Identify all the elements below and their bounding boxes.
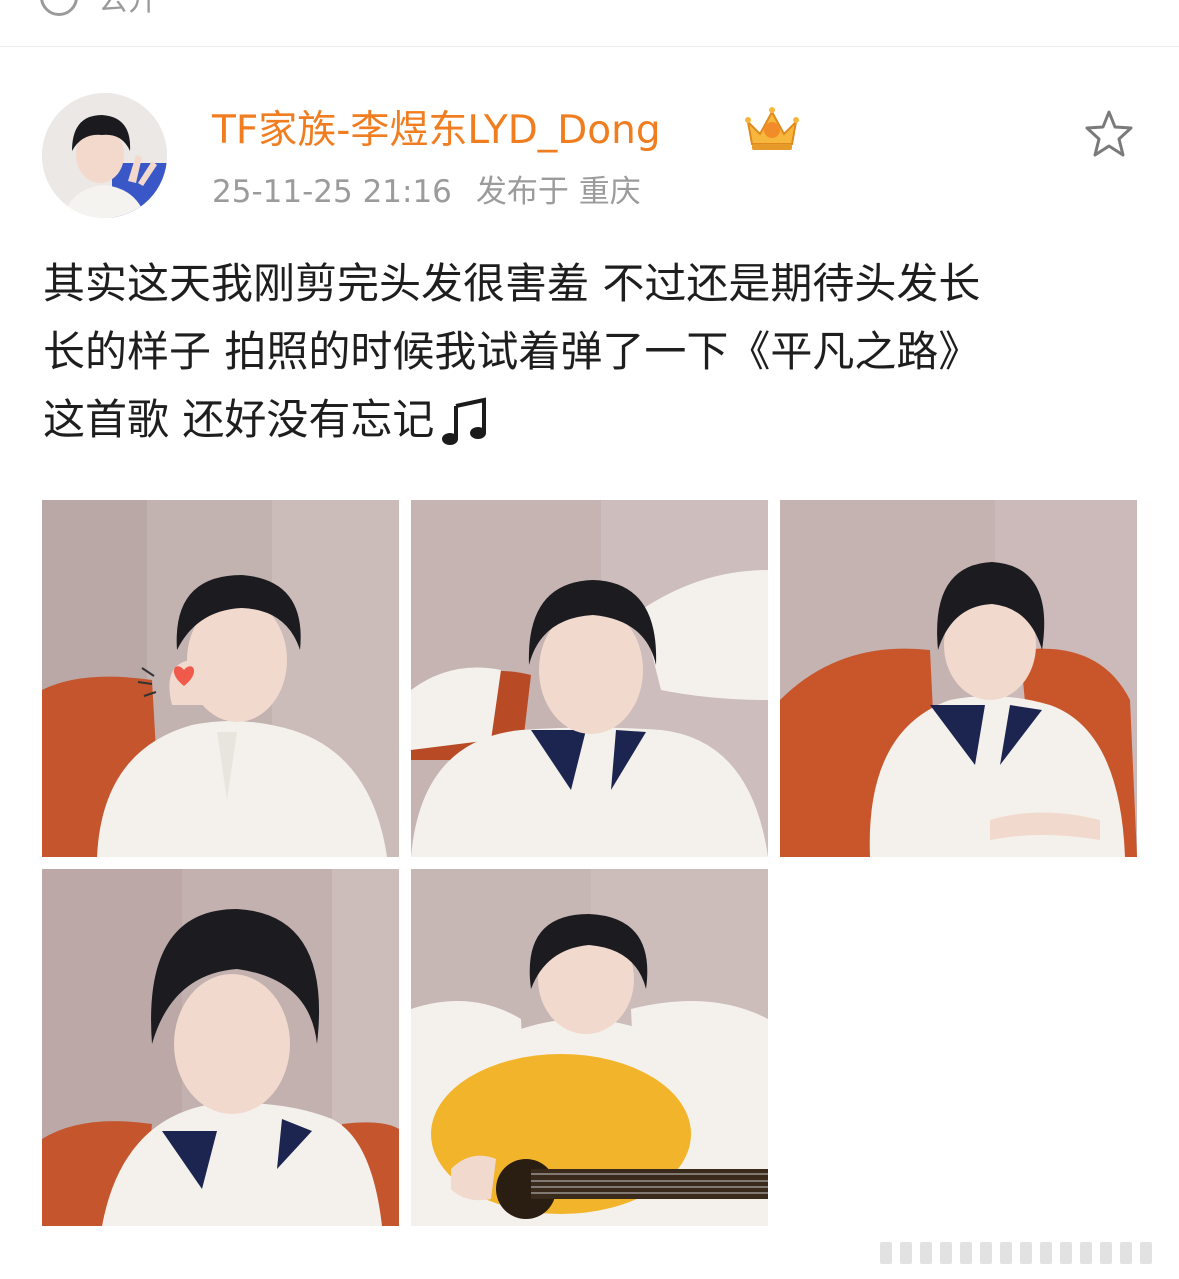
post-text-line-last: 这首歌 还好没有忘记 <box>43 386 1143 454</box>
music-note-icon <box>442 397 487 445</box>
crown-icon <box>745 107 799 150</box>
avatar[interactable] <box>42 93 167 218</box>
star-icon[interactable] <box>1083 108 1135 160</box>
post-body: 其实这天我刚剪完头发很害羞 不过还是期待头发长 长的样子 拍照的时候我试着弹了一… <box>43 250 1143 454</box>
post-meta: 25-11-25 21:16 发布于 重庆 <box>212 172 641 212</box>
avatar-image <box>42 93 167 218</box>
post-image-4[interactable] <box>42 869 399 1226</box>
post-text-line: 这首歌 还好没有忘记 <box>43 395 435 444</box>
top-bar: 公开 <box>0 0 1179 47</box>
post-text-line: 其实这天我刚剪完头发很害羞 不过还是期待头发长 <box>43 259 981 308</box>
post-location: 发布于 重庆 <box>475 174 641 210</box>
post-text-line: 长的样子 拍照的时候我试着弹了一下《平凡之路》 <box>43 327 981 376</box>
post-timestamp: 25-11-25 21:16 <box>212 174 452 210</box>
post-image-1[interactable] <box>42 500 399 857</box>
post-image-5[interactable] <box>411 869 768 1226</box>
post-image-2[interactable] <box>411 500 768 857</box>
watermark <box>880 1236 1170 1268</box>
post-image-3[interactable] <box>780 500 1137 857</box>
author-name[interactable]: TF家族-李煜东LYD_Dong <box>212 108 661 154</box>
visibility-label: 公开 <box>98 0 158 18</box>
visibility-icon <box>40 0 78 16</box>
